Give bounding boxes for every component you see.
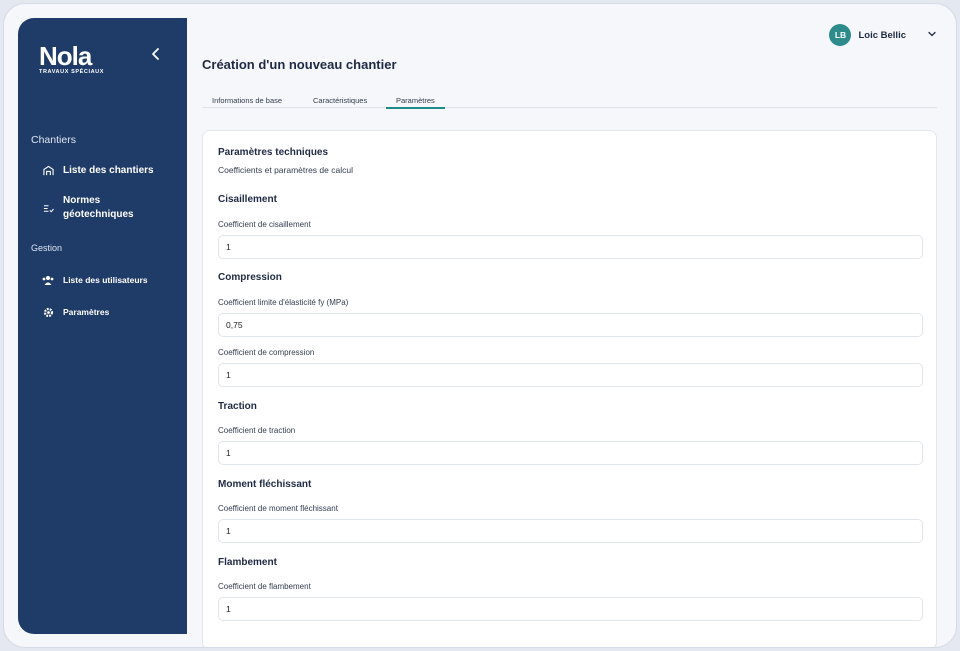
sidebar-item-label: Liste des chantiers (63, 164, 154, 176)
label-cisaillement: Coefficient de cisaillement (218, 220, 311, 229)
card-title: Paramètres techniques (218, 147, 329, 158)
tab-caracteristiques[interactable]: Caractéristiques (313, 96, 367, 105)
label-limite-elasticite: Coefficient limite d'élasticité fy (MPa) (218, 298, 349, 307)
logo-mark: Nola (39, 41, 109, 71)
sidebar: Nola TRAVAUX SPÉCIAUX Chantiers Liste de… (18, 18, 187, 634)
sidebar-item-chantiers[interactable]: Liste des chantiers (42, 164, 154, 176)
card-subtitle: Coefficients et paramètres de calcul (218, 165, 353, 175)
building-icon (42, 164, 54, 176)
section-title-chantiers: Chantiers (31, 134, 76, 146)
gear-icon (42, 306, 54, 318)
users-icon (42, 274, 54, 286)
list-check-icon (42, 202, 54, 214)
section-title-moment: Moment fléchissant (218, 479, 312, 490)
label-flambement: Coefficient de flambement (218, 582, 311, 591)
flambement-input[interactable]: 1 (218, 597, 923, 621)
main-content: LB Loic Bellic Création d'un nouveau cha… (187, 18, 944, 647)
app-frame: Nola TRAVAUX SPÉCIAUX Chantiers Liste de… (3, 3, 957, 648)
limite-elasticite-input[interactable]: 0,75 (218, 313, 923, 337)
sidebar-item-utilisateurs[interactable]: Liste des utilisateurs (42, 274, 148, 286)
logo[interactable]: Nola TRAVAUX SPÉCIAUX (39, 41, 109, 75)
label-traction: Coefficient de traction (218, 426, 296, 435)
sidebar-item-parametres[interactable]: Paramètres (42, 306, 109, 318)
tab-parametres[interactable]: Paramètres (386, 96, 445, 109)
sidebar-item-label: Liste des utilisateurs (63, 275, 148, 285)
avatar[interactable]: LB (829, 24, 852, 46)
section-title-cisaillement: Cisaillement (218, 194, 277, 205)
parameters-card: Paramètres techniques Coefficients et pa… (202, 130, 937, 647)
chevron-down-icon[interactable] (927, 26, 937, 44)
collapse-sidebar-icon[interactable] (148, 46, 164, 62)
sidebar-item-normes[interactable]: Normes géotechniques (42, 194, 143, 222)
section-title-flambement: Flambement (218, 557, 277, 568)
logo-tagline: TRAVAUX SPÉCIAUX (39, 69, 105, 75)
section-title-traction: Traction (218, 401, 257, 412)
compression-input[interactable]: 1 (218, 363, 923, 387)
tab-bar: Informations de base Caractéristiques Pa… (202, 92, 937, 109)
page-title: Création d'un nouveau chantier (202, 57, 397, 72)
section-title-gestion: Gestion (31, 243, 63, 253)
label-compression: Coefficient de compression (218, 348, 315, 357)
section-title-compression: Compression (218, 272, 282, 283)
traction-input[interactable]: 1 (218, 441, 923, 465)
label-moment: Coefficient de moment fléchissant (218, 504, 338, 513)
cisaillement-input[interactable]: 1 (218, 235, 923, 259)
tab-informations[interactable]: Informations de base (212, 96, 282, 105)
sidebar-item-label: Normes géotechniques (63, 195, 134, 220)
user-name[interactable]: Loic Bellic (858, 30, 906, 41)
user-menu[interactable]: LB Loic Bellic (829, 24, 937, 46)
logo-text: Nola (39, 41, 92, 71)
sidebar-item-label: Paramètres (63, 307, 110, 317)
moment-input[interactable]: 1 (218, 519, 923, 543)
